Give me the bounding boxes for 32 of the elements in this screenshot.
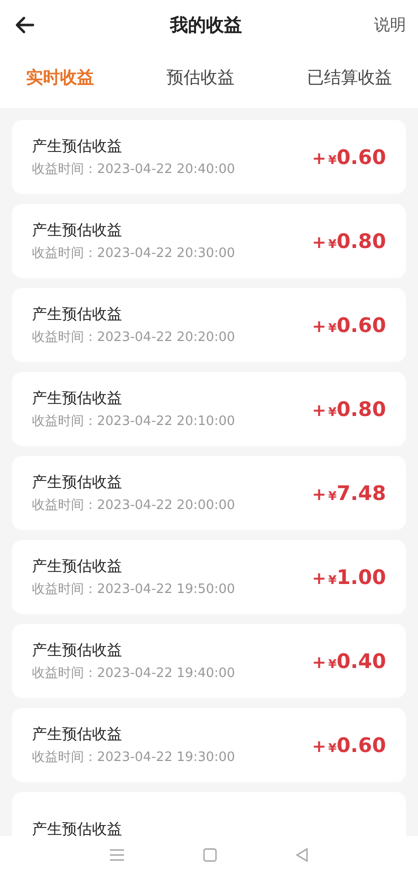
tab[interactable]: 预估收益 [166,66,234,92]
earning-time: 收益时间：2023-04-22 20:00:00 [32,497,236,515]
earning-title: 产生预估收益 [32,220,123,240]
earning-title: 产生预估收益 [32,556,123,576]
page-title: 我的收益 [170,14,242,38]
menu-icon[interactable] [109,848,125,862]
earning-title: 产生预估收益 [32,472,123,492]
earning-amount: +¥0.60 [312,144,386,171]
earning-time: 收益时间：2023-04-22 20:40:00 [32,161,236,179]
earning-time: 收益时间：2023-04-22 20:30:00 [32,245,236,263]
help-link[interactable]: 说明 [374,13,406,37]
home-icon[interactable] [203,848,217,862]
earning-amount: +¥0.60 [312,312,386,339]
earning-time: 收益时间：2023-04-22 19:50:00 [32,581,236,599]
earning-amount: +¥0.80 [312,396,386,423]
earning-title: 产生预估收益 [32,304,123,324]
earning-title: 产生预估收益 [32,818,123,836]
earning-time: 收益时间：2023-04-22 19:40:00 [32,665,236,683]
earning-title: 产生预估收益 [32,388,123,408]
earning-amount: +¥0.40 [312,648,386,675]
earning-time: 收益时间：2023-04-22 20:10:00 [32,413,236,431]
earning-amount: +¥0.60 [312,732,386,759]
earning-time: 收益时间：2023-04-22 19:30:00 [32,749,236,767]
earning-title: 产生预估收益 [32,640,123,660]
back-nav-icon[interactable] [295,848,309,862]
earning-title: 产生预估收益 [32,136,123,156]
earning-time: 收益时间：2023-04-22 20:20:00 [32,329,236,347]
earning-amount: +¥1.00 [312,564,386,591]
tab[interactable]: 已结算收益 [307,66,392,92]
earning-amount: +¥0.80 [312,228,386,255]
earning-amount: +¥7.48 [312,480,386,507]
earning-title: 产生预估收益 [32,724,123,744]
